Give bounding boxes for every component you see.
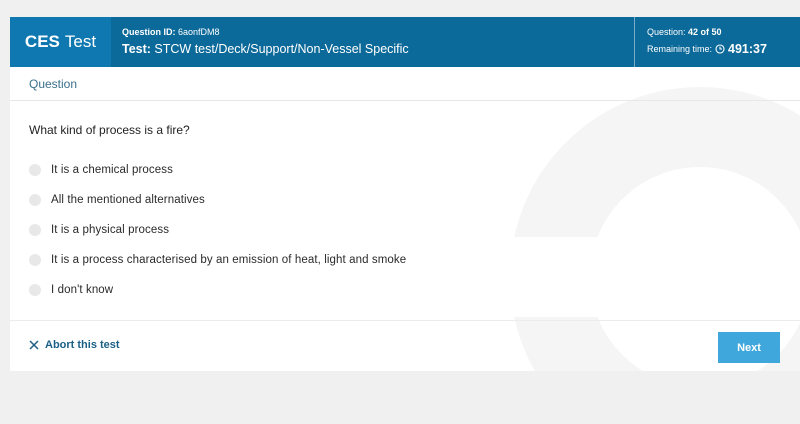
answer-option-label: It is a physical process (51, 224, 170, 236)
test-info: Question ID: 6aonfDM8 Test: STCW test/De… (111, 17, 634, 67)
question-id-value: 6aonfDM8 (178, 27, 220, 37)
radio-button[interactable] (29, 284, 41, 296)
test-card: CES Test Question ID: 6aonfDM8 Test: STC… (10, 17, 800, 371)
brand-bold: CES (24, 32, 60, 51)
brand-light: Test (64, 32, 97, 51)
answer-option[interactable]: I don't know (29, 275, 629, 305)
answer-option[interactable]: It is a process characterised by an emis… (29, 245, 629, 275)
remaining-time: Remaining time: 491:37 (647, 42, 800, 56)
question-progress: Question: 42 of 50 (647, 26, 800, 38)
radio-button[interactable] (29, 164, 41, 176)
test-footer: Abort this test Next (10, 320, 800, 371)
test-label: Test: (122, 42, 151, 56)
question-text: What kind of process is a fire? (29, 123, 190, 137)
answer-option[interactable]: It is a physical process (29, 215, 629, 245)
test-value: STCW test/Deck/Support/Non-Vessel Specif… (154, 42, 409, 56)
question-progress-label: Question: (647, 27, 686, 37)
test-name: Test: STCW test/Deck/Support/Non-Vessel … (122, 41, 634, 57)
remaining-time-value: 491:37 (728, 42, 767, 56)
close-icon (29, 340, 39, 350)
answer-options: It is a chemical process All the mention… (29, 155, 629, 305)
radio-button[interactable] (29, 224, 41, 236)
section-title: Question (10, 67, 800, 101)
brand-logo: CES Test (10, 17, 111, 67)
test-status: Question: 42 of 50 Remaining time: 491:3… (635, 17, 800, 67)
question-progress-value: 42 of 50 (688, 27, 722, 37)
answer-option-label: It is a process characterised by an emis… (51, 254, 407, 266)
radio-button[interactable] (29, 194, 41, 206)
answer-option-label: I don't know (51, 284, 114, 296)
answer-option[interactable]: It is a chemical process (29, 155, 629, 185)
next-button[interactable]: Next (718, 332, 780, 363)
radio-button[interactable] (29, 254, 41, 266)
abort-test-link[interactable]: Abort this test (29, 339, 120, 351)
answer-option-label: All the mentioned alternatives (51, 194, 205, 206)
abort-test-label: Abort this test (45, 339, 120, 351)
clock-icon (715, 44, 725, 54)
remaining-time-label: Remaining time: (647, 44, 713, 54)
answer-option[interactable]: All the mentioned alternatives (29, 185, 629, 215)
question-id: Question ID: 6aonfDM8 (122, 26, 634, 38)
section-title-text: Question (29, 77, 78, 91)
answer-option-label: It is a chemical process (51, 164, 173, 176)
test-header: CES Test Question ID: 6aonfDM8 Test: STC… (10, 17, 800, 67)
question-id-label: Question ID: (122, 27, 176, 37)
